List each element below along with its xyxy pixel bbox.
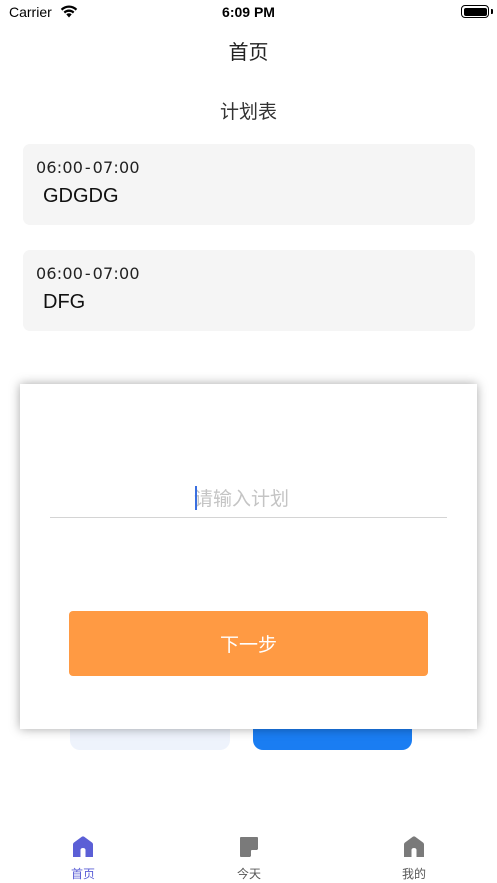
note-icon: [240, 837, 258, 857]
status-bar: Carrier 6:09 PM: [0, 0, 497, 26]
tab-today[interactable]: 今天: [166, 823, 332, 883]
tab-home[interactable]: 首页: [0, 823, 166, 883]
plan-card[interactable]: 06:00 - 07:00 GDGDG: [23, 144, 475, 225]
plan-list-title: 计划表: [219, 101, 277, 123]
status-time: 6:09 PM: [222, 4, 275, 20]
battery-icon: [461, 5, 489, 18]
next-button[interactable]: 下一步: [69, 611, 428, 676]
tab-mine[interactable]: 我的: [331, 823, 497, 883]
plan-card[interactable]: 06:00 - 07:00 DFG: [23, 250, 475, 331]
home-icon: [404, 836, 424, 857]
plan-text: GDGDG: [43, 185, 119, 207]
plan-time: 06:00 - 07:00: [36, 158, 140, 177]
plan-text: DFG: [43, 291, 86, 313]
page-title: 首页: [228, 40, 269, 64]
tab-bar: 首页 今天 我的: [0, 823, 497, 883]
home-icon: [73, 836, 93, 857]
plan-input[interactable]: [50, 480, 447, 518]
plan-time: 06:00 - 07:00: [36, 264, 140, 283]
battery-tip: [491, 9, 493, 14]
add-plan-modal: 下一步: [20, 384, 477, 729]
tab-label: 我的: [401, 867, 426, 881]
tab-label: 今天: [236, 867, 261, 881]
text-cursor: [195, 486, 197, 510]
tab-label: 首页: [70, 867, 95, 881]
